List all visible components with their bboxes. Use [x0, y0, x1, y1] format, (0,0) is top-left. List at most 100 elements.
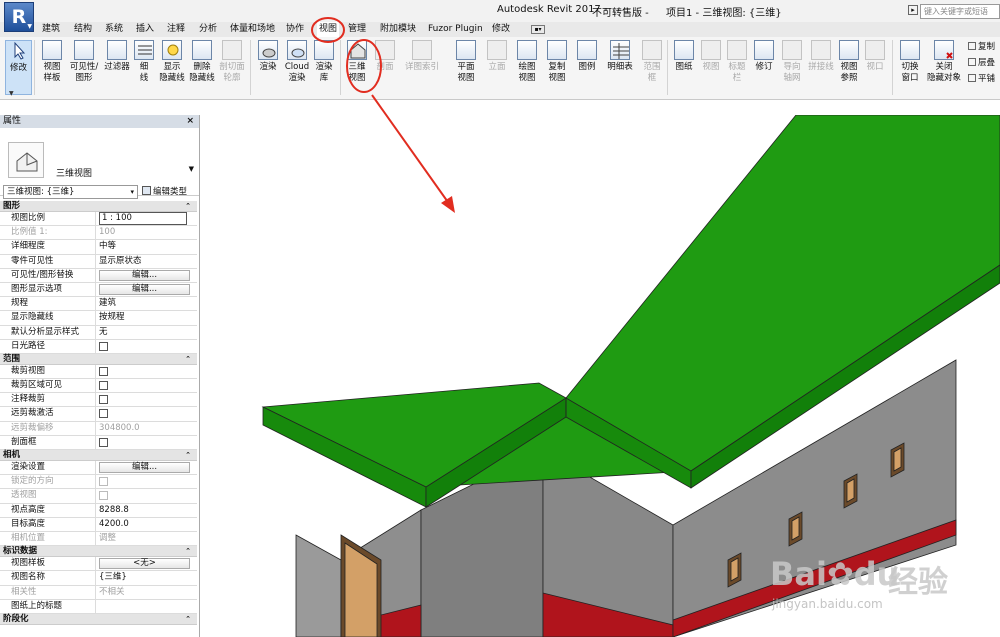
edit-button[interactable]: 编辑... [99, 462, 190, 473]
modify-dropdown-icon[interactable]: ▼ [9, 90, 14, 97]
property-value[interactable] [95, 435, 197, 450]
viewports-button[interactable]: 视口 [863, 40, 887, 95]
tab-massing-site[interactable]: 体量和场地 [230, 22, 275, 37]
property-value[interactable]: {三维} [95, 571, 197, 586]
tab-view[interactable]: 视图 [317, 22, 340, 37]
checkbox[interactable] [99, 381, 108, 391]
chevron-down-icon[interactable]: ▼ [189, 165, 194, 173]
property-value[interactable] [95, 339, 197, 354]
callout-button[interactable]: 详图索引 [400, 40, 444, 95]
property-value[interactable]: <无> [95, 557, 197, 572]
section-header[interactable]: 范围 ⌃ [0, 353, 197, 365]
drafting-view-button[interactable]: 绘图 视图 [514, 40, 540, 95]
visibility-graphics-button[interactable]: 可见性/图形 [68, 40, 100, 95]
replicate-button[interactable]: 复制 [968, 42, 995, 53]
remove-hidden-lines-button[interactable]: 删除 隐藏线 [188, 40, 216, 95]
property-value[interactable]: 编辑... [95, 282, 197, 297]
render-gallery-button[interactable]: 渲染库 [312, 40, 336, 95]
property-value[interactable]: 1 : 100 [95, 212, 197, 226]
place-view-button[interactable]: 视图 [699, 40, 723, 95]
tab-modify[interactable]: 修改 [492, 22, 510, 37]
forward-icon[interactable]: ▸ [908, 5, 918, 15]
edit-button[interactable]: 编辑... [99, 283, 190, 295]
property-value[interactable] [95, 393, 197, 408]
section-header[interactable]: 图形 ⌃ [0, 201, 197, 212]
close-hidden-icon [934, 40, 954, 60]
view-reference-button[interactable]: 视图 参照 [837, 40, 861, 95]
collapse-icon[interactable]: ⌃ [185, 450, 191, 461]
instance-selector[interactable]: 三维视图: {三维} ▾ [3, 185, 138, 199]
duplicate-view-button[interactable]: 复制 视图 [544, 40, 570, 95]
thin-lines-button[interactable]: 细线 [134, 40, 154, 95]
tab-systems[interactable]: 系统 [105, 22, 123, 37]
search-input[interactable]: 键入关键字或短语 [920, 4, 1000, 19]
property-value[interactable]: 中等 [95, 240, 197, 255]
schedules-button[interactable]: 明细表 [604, 40, 636, 95]
tile-button[interactable]: 平铺 [968, 74, 995, 85]
collapse-icon[interactable]: ⌃ [185, 354, 191, 365]
section-button[interactable]: 剖面 [372, 40, 398, 95]
checkbox[interactable] [99, 341, 108, 351]
property-value[interactable]: 编辑... [95, 268, 197, 283]
cascade-button[interactable]: 层叠 [968, 58, 995, 69]
tab-fuzor-plugin[interactable]: Fuzor Plugin [428, 22, 483, 37]
legends-button[interactable]: 图例 [574, 40, 600, 95]
section-header[interactable]: 阶段化 ⌃ [0, 613, 197, 625]
collapse-icon[interactable]: ⌃ [185, 201, 191, 212]
revisions-button[interactable]: 修订 [751, 40, 777, 95]
plan-views-button[interactable]: 平面 视图 [452, 40, 480, 95]
application-menu-button[interactable]: R ▼ [4, 2, 34, 32]
tab-collaborate[interactable]: 协作 [286, 22, 304, 37]
cut-profile-button[interactable]: 剖切面 轮廓 [218, 40, 246, 95]
value-input[interactable]: 1 : 100 [99, 212, 187, 225]
property-value[interactable]: 建筑 [95, 297, 197, 312]
property-value[interactable]: 无 [95, 325, 197, 340]
close-hidden-button[interactable]: 关闭 隐藏对象 [926, 40, 962, 95]
property-value[interactable] [95, 407, 197, 422]
checkbox[interactable] [99, 366, 108, 376]
section-header[interactable]: 标识数据 ⌃ [0, 546, 197, 558]
sheet-button[interactable]: 图纸 [671, 40, 697, 95]
tab-manage[interactable]: 管理 [348, 22, 366, 37]
close-icon[interactable]: × [186, 115, 194, 128]
guide-grid-button[interactable]: 导向 轴网 [779, 40, 805, 95]
collapse-icon[interactable]: ⌃ [185, 614, 191, 625]
tab-addins[interactable]: 附加模块 [380, 22, 416, 37]
edit-button[interactable]: <无> [99, 558, 190, 570]
scope-box-button[interactable]: 范围框 [640, 40, 664, 95]
property-value[interactable] [95, 599, 197, 614]
ribbon-options-icon[interactable]: ▪▾ [531, 25, 545, 34]
title-block-button[interactable]: 标题栏 [725, 40, 749, 95]
matchline-button[interactable]: 拼接线 [807, 40, 835, 95]
tab-analyze[interactable]: 分析 [199, 22, 217, 37]
3d-view-button[interactable]: 三维 视图 [344, 40, 370, 95]
collapse-icon[interactable]: ⌃ [185, 546, 191, 557]
cloud-render-button[interactable]: Cloud 渲染 [284, 40, 310, 95]
property-value[interactable] [95, 364, 197, 379]
render-button[interactable]: 渲染 [254, 40, 282, 95]
tab-architecture[interactable]: 建筑 [42, 22, 60, 37]
filters-button[interactable]: 过滤器 [102, 40, 132, 95]
edit-type-button[interactable]: 编辑类型 [142, 185, 187, 199]
checkbox[interactable] [99, 409, 108, 419]
chevron-down-icon: ▾ [130, 188, 134, 196]
view-template-button[interactable]: 视图 样板 [38, 40, 66, 95]
property-value[interactable]: 8288.8 [95, 503, 197, 518]
elevation-button[interactable]: 立面 [484, 40, 510, 95]
tab-annotate[interactable]: 注释 [167, 22, 185, 37]
edit-button[interactable]: 编辑... [99, 269, 190, 281]
tab-insert[interactable]: 插入 [136, 22, 154, 37]
modify-button[interactable]: 修改 [5, 40, 32, 95]
property-value[interactable]: 显示原状态 [95, 254, 197, 269]
property-value[interactable] [95, 379, 197, 394]
legend-icon [577, 40, 597, 60]
show-hidden-lines-button[interactable]: 显示 隐藏线 [158, 40, 186, 95]
tab-structure[interactable]: 结构 [74, 22, 92, 37]
property-value[interactable]: 编辑... [95, 461, 197, 475]
property-value[interactable]: 按规程 [95, 311, 197, 326]
property-value[interactable]: 4200.0 [95, 517, 197, 532]
checkbox[interactable] [99, 395, 108, 405]
checkbox[interactable] [99, 437, 108, 447]
switch-windows-button[interactable]: 切换 窗口 [896, 40, 924, 95]
section-header[interactable]: 相机 ⌃ [0, 450, 197, 461]
